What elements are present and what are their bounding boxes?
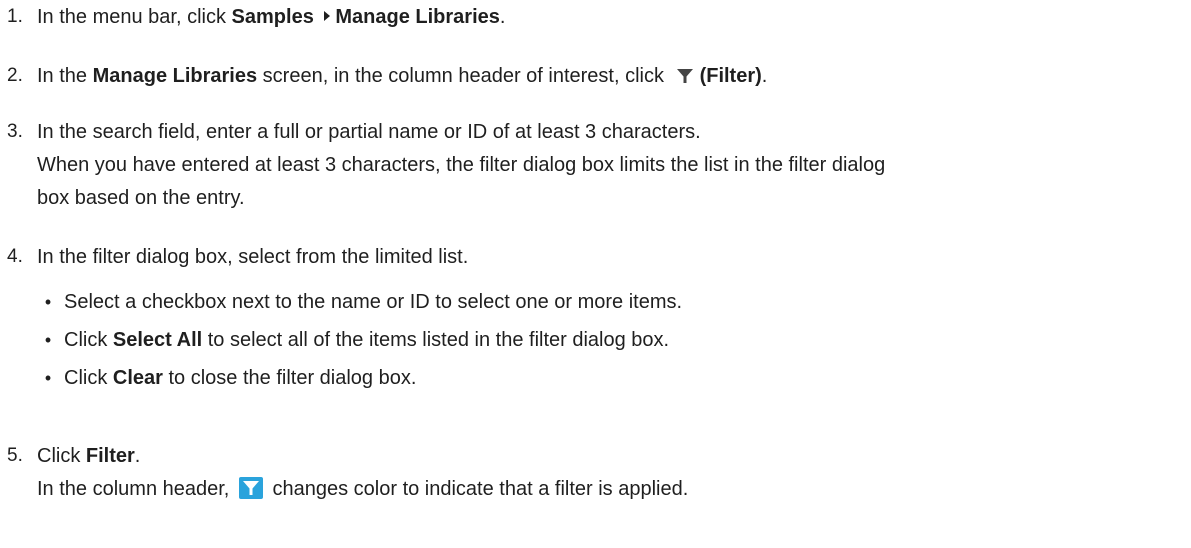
filter-button-label: Filter bbox=[85, 445, 135, 467]
step-text: In the menu bar, click Samples Manage Li… bbox=[37, 2, 1191, 32]
bullet-icon: • bbox=[44, 292, 52, 312]
step-line: In the search field, enter a full or par… bbox=[37, 121, 701, 143]
step-text-pre: In the menu bar, click bbox=[37, 6, 232, 28]
step-line: When you have entered at least 3 charact… bbox=[37, 154, 886, 176]
step-text: Click Filter. In the column header, chan… bbox=[37, 441, 1191, 504]
step-number: 2. bbox=[7, 65, 23, 86]
list-item-pre: Click bbox=[64, 367, 113, 389]
step-line: box based on the entry. bbox=[37, 187, 245, 209]
list-item-pre: Select a checkbox next to the name or ID… bbox=[64, 291, 683, 313]
step-text-pre: Click bbox=[37, 445, 86, 467]
screen-name: Manage Libraries bbox=[92, 65, 258, 87]
list-item-bold: Clear bbox=[112, 367, 163, 389]
step-text: In the filter dialog box, select from th… bbox=[37, 242, 1191, 272]
filter-funnel-icon bbox=[676, 69, 693, 83]
list-item-post: to select all of the items listed in the… bbox=[202, 329, 670, 351]
filter-active-icon bbox=[238, 477, 263, 499]
list-item-bold: Select All bbox=[112, 329, 203, 351]
list-item-text: Select a checkbox next to the name or ID… bbox=[64, 287, 682, 317]
step-text-pre: In the column header, bbox=[37, 478, 230, 500]
step-number: 4. bbox=[7, 246, 23, 267]
filter-label: (Filter) bbox=[699, 65, 762, 87]
step-text-post: changes color to indicate that a filter … bbox=[272, 478, 689, 500]
bullet-icon: • bbox=[44, 368, 52, 388]
step-text: In the Manage Libraries screen, in the c… bbox=[37, 61, 1191, 91]
step-number: 1. bbox=[7, 6, 23, 27]
step-text: In the search field, enter a full or par… bbox=[37, 117, 1191, 213]
step-text-post: . bbox=[499, 6, 506, 28]
menu-manage-libraries: Manage Libraries bbox=[335, 6, 500, 28]
step-text-post: . bbox=[134, 445, 141, 467]
step-number: 3. bbox=[7, 121, 23, 142]
step-text-pre: In the bbox=[37, 65, 93, 87]
list-item-text: Click Clear to close the filter dialog b… bbox=[64, 363, 416, 393]
list-item-text: Click Select All to select all of the it… bbox=[64, 325, 669, 355]
step-text-post: . bbox=[761, 65, 768, 87]
bullet-icon: • bbox=[44, 330, 52, 350]
menu-samples: Samples bbox=[231, 6, 314, 28]
list-item-post: to close the filter dialog box. bbox=[162, 367, 417, 389]
list-item-pre: Click bbox=[64, 329, 113, 351]
step-number: 5. bbox=[7, 445, 23, 466]
caret-right-icon bbox=[324, 11, 331, 21]
step-line: In the filter dialog box, select from th… bbox=[37, 246, 469, 268]
step-text-mid: screen, in the column header of interest… bbox=[257, 65, 664, 87]
